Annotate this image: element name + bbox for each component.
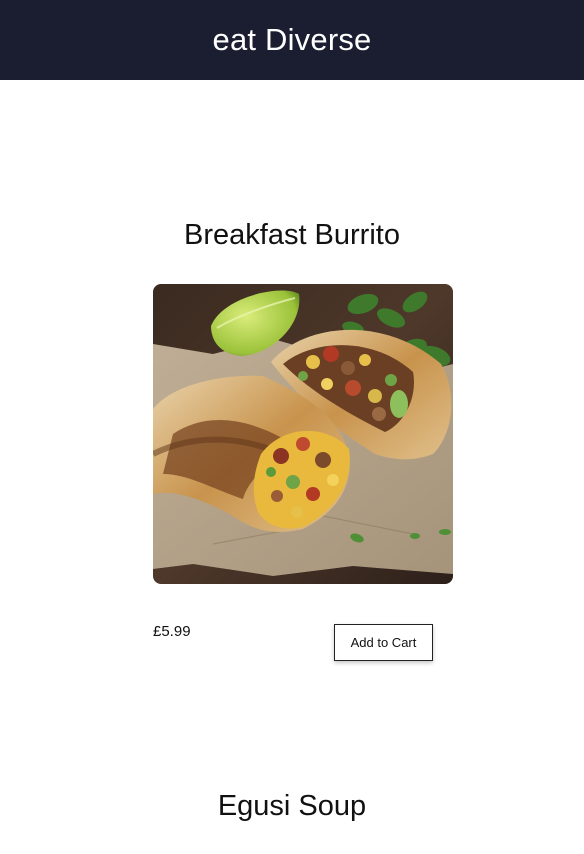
dish-image — [153, 284, 453, 584]
brand-title: eat Diverse — [212, 22, 372, 57]
add-to-cart-button[interactable]: Add to Cart — [334, 624, 433, 661]
dish-title: Egusi Soup — [217, 790, 367, 822]
dish-title: Breakfast Burrito — [184, 219, 400, 251]
site-header: eat Diverse — [0, 0, 584, 80]
dish-price: £5.99 — [153, 623, 191, 640]
